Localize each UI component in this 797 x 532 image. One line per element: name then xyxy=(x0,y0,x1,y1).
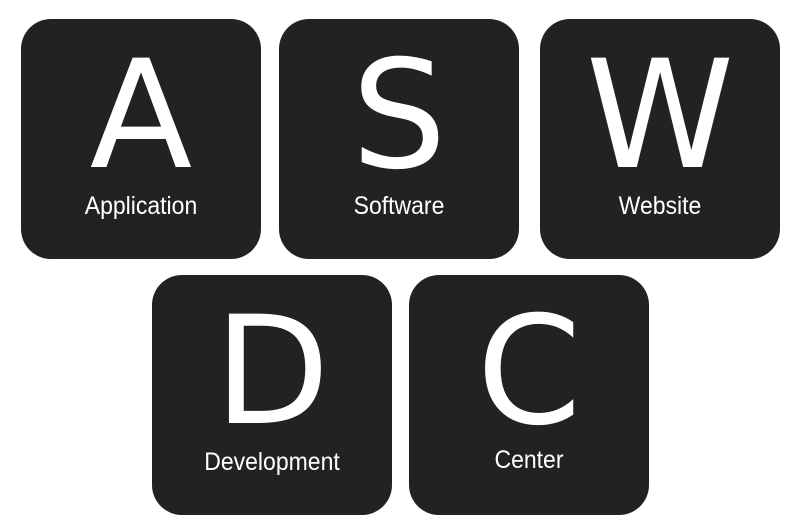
tile-label: Website xyxy=(618,192,702,220)
tile-label: Application xyxy=(84,192,198,220)
tile-letter: S xyxy=(351,29,447,203)
tile-software: S Software xyxy=(279,19,519,259)
tile-label: Center xyxy=(494,446,564,474)
tile-center: C Center xyxy=(409,275,649,515)
tile-application: A Application xyxy=(21,19,261,259)
tile-website: W Website xyxy=(540,19,780,259)
tile-letter: D xyxy=(214,285,330,459)
tile-letter: W xyxy=(585,29,735,203)
tile-development: D Development xyxy=(152,275,392,515)
tile-letter: C xyxy=(476,285,582,459)
tile-label: Software xyxy=(353,192,445,220)
tile-letter: A xyxy=(89,29,193,203)
tile-label: Development xyxy=(204,448,340,476)
